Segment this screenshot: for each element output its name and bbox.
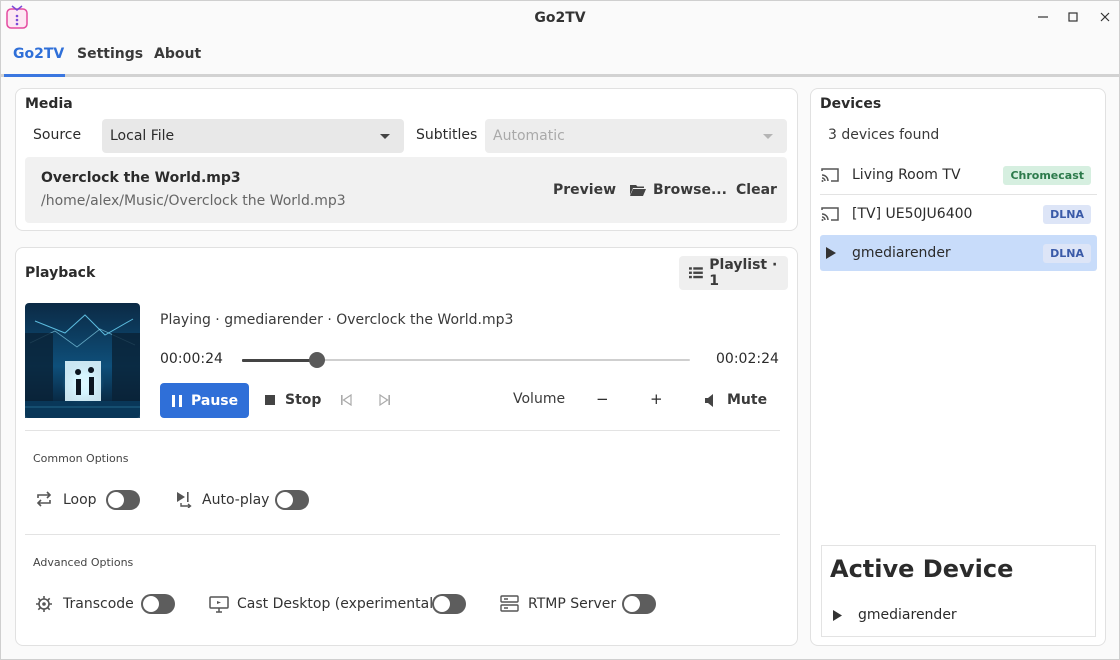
file-path: /home/alex/Music/Overclock the World.mp3 <box>41 193 346 209</box>
album-art <box>25 303 140 418</box>
active-tab-indicator <box>4 74 65 77</box>
stop-icon <box>265 395 275 405</box>
browse-label: Browse... <box>653 182 727 198</box>
clear-label: Clear <box>736 182 777 198</box>
skip-previous-icon[interactable] <box>340 394 352 406</box>
playlist-button[interactable]: Playlist · 1 <box>679 256 788 290</box>
file-name: Overclock the World.mp3 <box>41 170 241 186</box>
minimize-button[interactable] <box>1031 7 1055 27</box>
server-icon <box>500 595 519 612</box>
divider <box>820 194 1097 195</box>
autoplay-icon <box>177 492 192 508</box>
subtitles-select-value: Automatic <box>493 128 565 144</box>
rtmp-server-label: RTMP Server <box>528 596 617 612</box>
active-device-panel: Active Device gmediarender <box>821 545 1096 637</box>
cast-desktop-label: Cast Desktop (experimental) <box>237 596 439 612</box>
close-button[interactable] <box>1093 7 1117 27</box>
device-type-badge: DLNA <box>1043 204 1091 224</box>
list-icon <box>689 267 703 279</box>
cast-desktop-toggle[interactable] <box>432 594 466 614</box>
divider <box>25 430 780 431</box>
duration-time: 00:02:24 <box>716 351 779 367</box>
transcode-label: Transcode <box>63 596 134 612</box>
subtitles-select: Automatic <box>485 119 787 153</box>
device-item-ue50ju6400[interactable]: [TV] UE50JU6400 DLNA <box>820 196 1097 232</box>
title-bar: Go2TV <box>1 1 1119 37</box>
folder-open-icon <box>630 185 646 196</box>
chevron-down-icon <box>380 134 390 139</box>
device-item-gmediarender[interactable]: gmediarender DLNA <box>820 235 1097 271</box>
autoplay-toggle[interactable] <box>275 490 309 510</box>
pause-button[interactable]: Pause <box>160 383 249 418</box>
minimize-icon <box>1038 16 1048 18</box>
app-window: Go2TV Go2TV Settings About Media Source … <box>0 0 1120 660</box>
loop-label: Loop <box>63 492 97 508</box>
advanced-options-title: Advanced Options <box>33 556 134 569</box>
device-type-badge: DLNA <box>1043 243 1091 263</box>
divider <box>25 534 780 535</box>
seek-slider[interactable] <box>242 352 690 368</box>
clear-button[interactable]: Clear <box>736 182 777 198</box>
device-type-badge: Chromecast <box>1003 165 1091 185</box>
repeat-icon <box>36 491 52 507</box>
common-options-title: Common Options <box>33 452 129 465</box>
source-label: Source <box>33 127 82 143</box>
preview-label: Preview <box>553 182 617 198</box>
volume-down-button[interactable]: − <box>596 390 609 408</box>
transcode-gear-icon <box>36 596 52 612</box>
source-select[interactable]: Local File <box>102 119 404 153</box>
speaker-icon <box>705 393 713 407</box>
volume-up-button[interactable]: + <box>650 390 663 408</box>
loop-toggle[interactable] <box>106 490 140 510</box>
pause-label: Pause <box>191 392 239 409</box>
device-name: gmediarender <box>852 245 951 261</box>
elapsed-time: 00:00:24 <box>160 351 223 367</box>
mute-label: Mute <box>727 392 768 408</box>
now-playing-text: Playing · gmediarender · Overclock the W… <box>160 312 514 328</box>
cast-icon <box>821 207 839 221</box>
play-icon <box>826 247 836 259</box>
maximize-icon <box>1068 12 1078 22</box>
source-select-value: Local File <box>110 128 175 144</box>
active-device-name: gmediarender <box>858 607 957 623</box>
seek-slider-thumb[interactable] <box>308 352 325 368</box>
rtmp-server-toggle[interactable] <box>622 594 656 614</box>
playlist-label: Playlist · 1 <box>709 257 778 289</box>
transcode-toggle[interactable] <box>141 594 175 614</box>
mute-button[interactable]: Mute <box>705 392 767 408</box>
chevron-down-icon <box>763 134 773 139</box>
seek-slider-fill <box>242 358 317 362</box>
skip-next-icon[interactable] <box>379 394 391 406</box>
devices-title: Devices <box>820 96 882 112</box>
device-name: Living Room TV <box>852 167 961 183</box>
active-device-title: Active Device <box>830 555 1014 583</box>
window-title: Go2TV <box>534 10 586 26</box>
volume-label: Volume <box>513 391 566 407</box>
tab-bar: Go2TV Settings About <box>1 39 1119 77</box>
play-icon <box>833 610 842 621</box>
close-icon <box>1100 12 1110 22</box>
desktop-icon <box>209 596 229 613</box>
device-item-living-room-tv[interactable]: Living Room TV Chromecast <box>820 157 1097 193</box>
tab-go2tv[interactable]: Go2TV <box>13 46 64 62</box>
browse-button[interactable]: Browse... <box>629 182 727 198</box>
playback-title: Playback <box>25 265 96 281</box>
stop-button[interactable]: Stop <box>265 392 321 408</box>
pause-icon <box>172 394 182 407</box>
autoplay-label: Auto-play <box>202 492 270 508</box>
tab-about[interactable]: About <box>154 46 201 62</box>
preview-button[interactable]: Preview <box>553 182 616 198</box>
maximize-button[interactable] <box>1061 7 1085 27</box>
tab-settings[interactable]: Settings <box>77 46 143 62</box>
media-title: Media <box>25 96 73 112</box>
device-name: [TV] UE50JU6400 <box>852 206 973 222</box>
subtitles-label: Subtitles <box>416 127 478 143</box>
devices-count: 3 devices found <box>828 127 940 143</box>
cast-icon <box>821 168 839 182</box>
stop-label: Stop <box>285 392 322 408</box>
